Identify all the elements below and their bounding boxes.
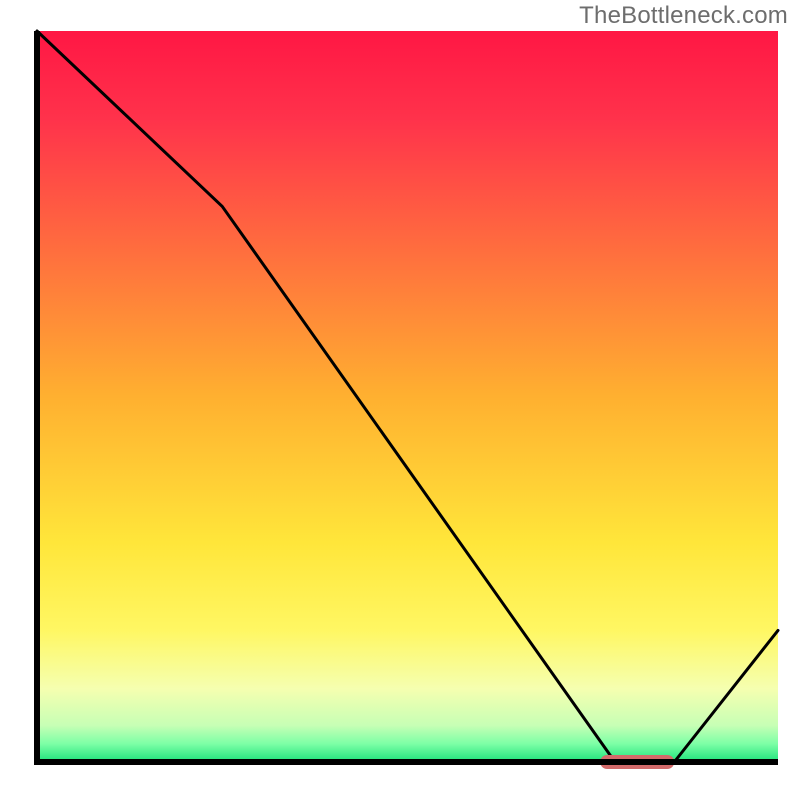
brand-watermark: TheBottleneck.com	[579, 2, 788, 30]
bottleneck-curve-chart	[0, 0, 800, 800]
chart-container: TheBottleneck.com	[0, 0, 800, 800]
plot-background	[37, 31, 778, 762]
